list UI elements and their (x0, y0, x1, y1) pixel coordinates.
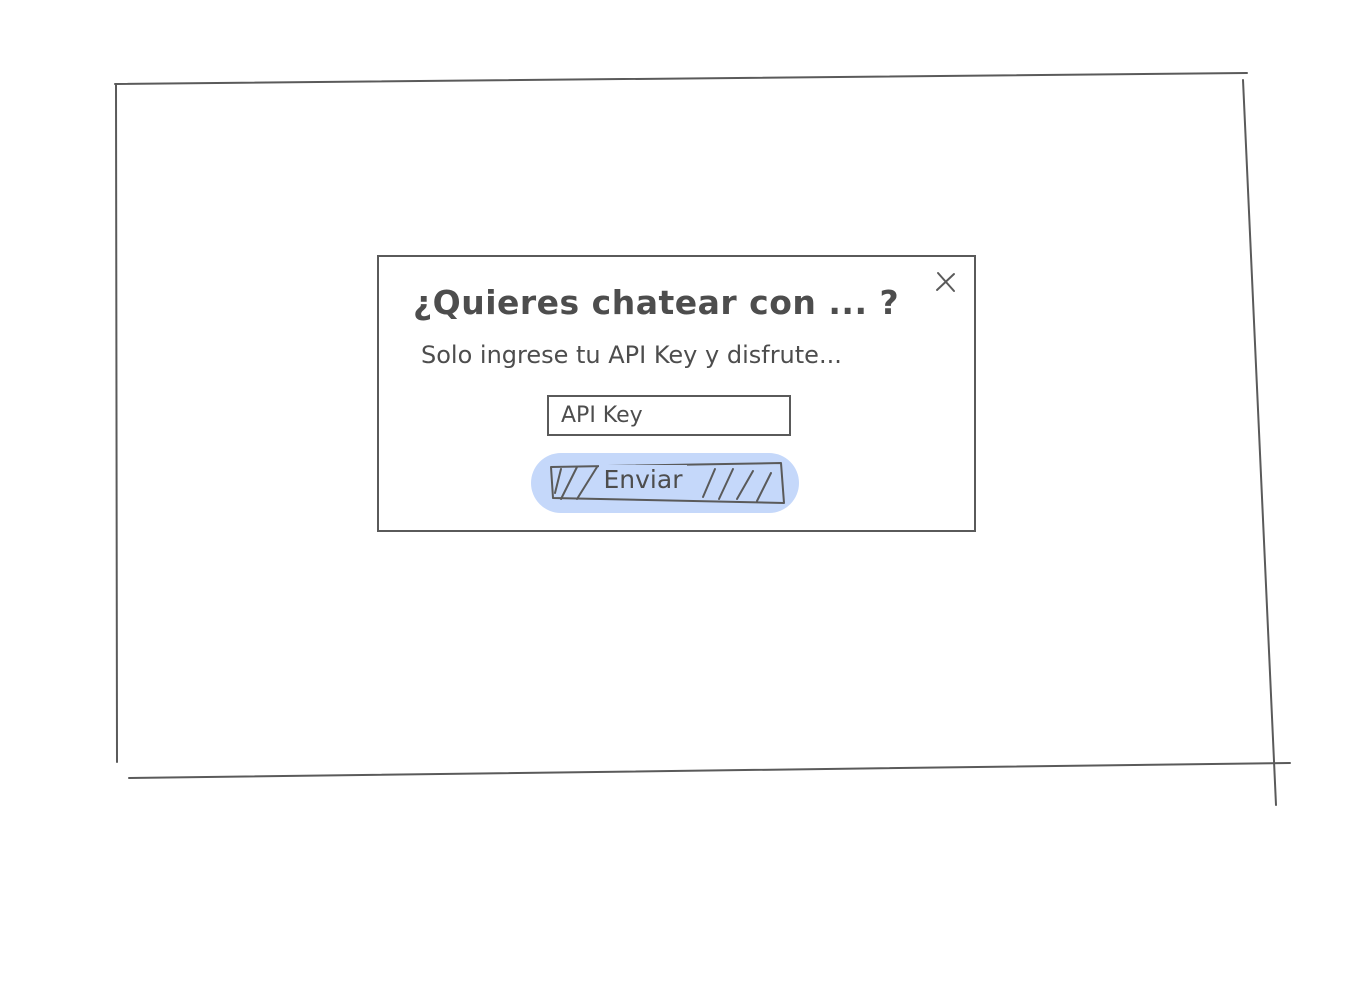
close-icon (936, 272, 955, 292)
dialog-title: ¿Quieres chatear con ... ? (413, 283, 900, 322)
api-key-input[interactable] (547, 395, 791, 436)
dialog-subtitle: Solo ingrese tu API Key y disfrute... (421, 341, 842, 369)
submit-button-label: Enviar (599, 465, 687, 495)
frame-top-line (114, 72, 1248, 85)
frame-right-line (1242, 79, 1277, 806)
close-button[interactable] (933, 269, 959, 295)
frame-left-line (115, 83, 118, 763)
submit-button[interactable]: Enviar (531, 453, 799, 513)
frame-bottom-line (128, 762, 1291, 779)
api-key-dialog: ¿Quieres chatear con ... ? Solo ingrese … (377, 255, 976, 532)
